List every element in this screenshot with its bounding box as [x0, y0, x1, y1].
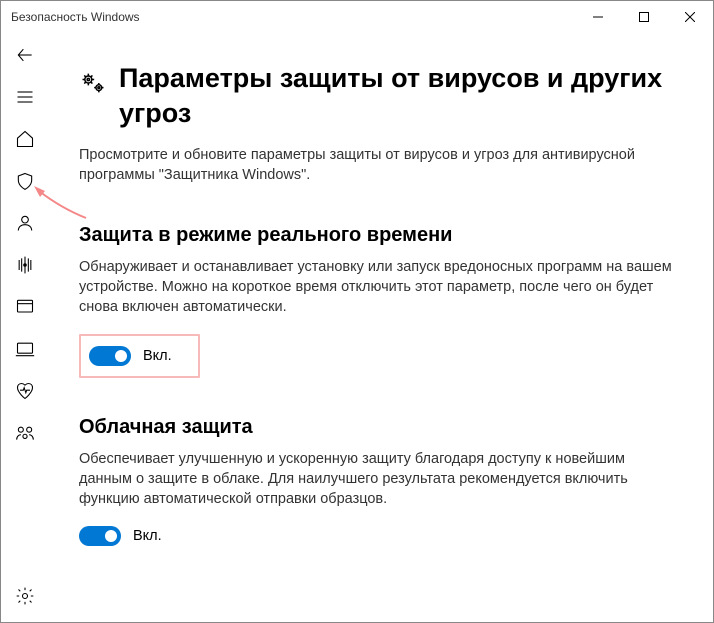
section-cloud: Облачная защита Обеспечивает улучшенную …: [79, 416, 673, 546]
firewall-icon[interactable]: [15, 255, 35, 275]
section-realtime: Защита в режиме реального времени Обнару…: [79, 224, 673, 378]
realtime-toggle[interactable]: [89, 346, 131, 366]
settings-icon[interactable]: [15, 586, 35, 606]
page-header: Параметры защиты от вирусов и других угр…: [79, 61, 673, 131]
window-controls: [575, 1, 713, 33]
back-icon[interactable]: [15, 45, 35, 65]
window: Безопасность Windows: [0, 0, 714, 623]
close-button[interactable]: [667, 1, 713, 33]
toggle-knob: [115, 350, 127, 362]
section-realtime-desc: Обнаруживает и останавливает установку и…: [79, 257, 673, 318]
shield-icon[interactable]: [15, 171, 35, 191]
cloud-toggle-label: Вкл.: [133, 528, 162, 544]
page-description: Просмотрите и обновите параметры защиты …: [79, 145, 673, 186]
section-cloud-title: Облачная защита: [79, 416, 673, 439]
cloud-toggle[interactable]: [79, 526, 121, 546]
realtime-toggle-row: Вкл.: [79, 334, 673, 378]
page-title: Параметры защиты от вирусов и других угр…: [119, 61, 673, 131]
app-browser-icon[interactable]: [15, 297, 35, 317]
device-health-icon[interactable]: [15, 381, 35, 401]
home-icon[interactable]: [15, 129, 35, 149]
toggle-knob: [105, 530, 117, 542]
minimize-button[interactable]: [575, 1, 621, 33]
section-realtime-title: Защита в режиме реального времени: [79, 224, 673, 247]
window-title: Безопасность Windows: [11, 10, 575, 24]
device-security-icon[interactable]: [15, 339, 35, 359]
window-body: Параметры защиты от вирусов и других угр…: [1, 33, 713, 622]
menu-icon[interactable]: [15, 87, 35, 107]
realtime-toggle-label: Вкл.: [143, 348, 172, 364]
annotation-highlight: Вкл.: [79, 334, 200, 378]
cloud-toggle-row: Вкл.: [79, 526, 673, 546]
family-icon[interactable]: [15, 423, 35, 443]
maximize-button[interactable]: [621, 1, 667, 33]
titlebar: Безопасность Windows: [1, 1, 713, 33]
section-cloud-desc: Обеспечивает улучшенную и ускоренную защ…: [79, 449, 673, 510]
gears-icon: [79, 69, 107, 102]
account-icon[interactable]: [15, 213, 35, 233]
sidebar: [1, 33, 49, 622]
content: Параметры защиты от вирусов и других угр…: [49, 33, 713, 622]
